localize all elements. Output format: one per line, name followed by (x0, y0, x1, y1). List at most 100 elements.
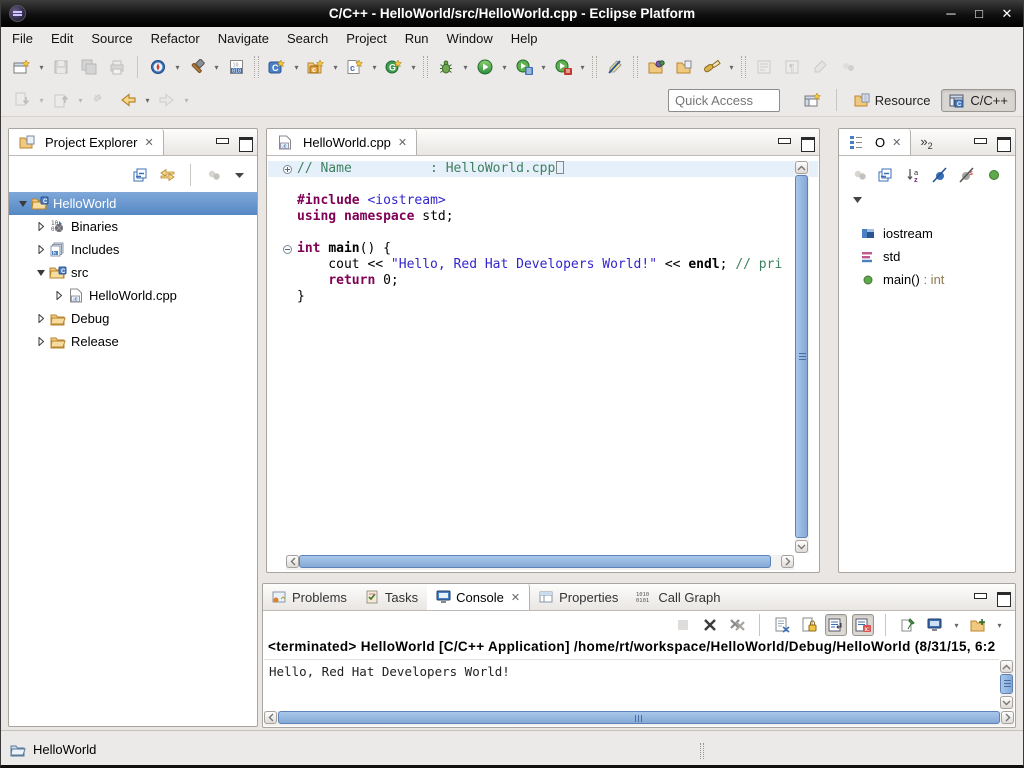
editor-vertical-scrollbar[interactable] (795, 161, 809, 553)
maximize-view-button[interactable] (801, 137, 813, 148)
new-source-file-dropdown[interactable]: ▾ (369, 57, 380, 77)
tree-item-src[interactable]: Csrc (9, 261, 257, 284)
open-console-dropdown[interactable]: ▾ (994, 615, 1005, 635)
close-tab-icon[interactable]: ✕ (511, 591, 520, 604)
code-line-7[interactable]: cout << "Hello, Red Hat Developers World… (268, 257, 818, 273)
pin-console-button[interactable] (897, 614, 919, 636)
more-tabs-indicator[interactable]: »2 (911, 129, 941, 155)
expand-arrow-icon[interactable] (33, 245, 49, 254)
binary-parser-button[interactable]: 01010 (222, 55, 250, 79)
scroll-right-icon[interactable] (1001, 711, 1014, 724)
maximize-view-button[interactable] (997, 592, 1009, 603)
new-wizard-button[interactable] (8, 55, 36, 79)
profile-button[interactable] (549, 55, 577, 79)
close-tab-icon[interactable]: ✕ (398, 136, 407, 149)
code-line-4[interactable]: using namespace std; (268, 209, 818, 225)
scroll-up-icon[interactable] (1000, 660, 1013, 673)
menu-file[interactable]: File (3, 28, 42, 49)
run-button[interactable] (471, 55, 499, 79)
remove-launch-button[interactable] (699, 614, 721, 636)
tab-tasks[interactable]: Tasks (356, 584, 427, 610)
code-line-5[interactable] (268, 225, 818, 241)
debug-button[interactable] (432, 55, 460, 79)
new-class-wizard-dropdown[interactable]: ▾ (408, 57, 419, 77)
run-configurations-button[interactable] (510, 55, 538, 79)
open-resource-button[interactable] (670, 55, 698, 79)
collapse-arrow-icon[interactable] (15, 200, 31, 208)
expand-arrow-icon[interactable] (51, 291, 67, 300)
fold-minus-icon[interactable] (268, 241, 297, 257)
tree-item-helloworld[interactable]: CHelloWorld (9, 192, 257, 215)
hide-static-button[interactable]: s (958, 166, 976, 184)
close-tab-icon[interactable]: ✕ (892, 136, 901, 149)
menu-search[interactable]: Search (278, 28, 337, 49)
show-on-output-button[interactable]: x: (852, 614, 874, 636)
menu-window[interactable]: Window (438, 28, 502, 49)
statusbar-drag-handle[interactable] (700, 743, 704, 759)
perspective-resource-button[interactable]: Resource (847, 90, 938, 111)
code-line-3[interactable]: #include <iostream> (268, 193, 818, 209)
forward-dropdown[interactable]: ▾ (181, 90, 192, 110)
new-source-folder-dropdown[interactable]: ▾ (330, 57, 341, 77)
scroll-lock-button[interactable] (798, 614, 820, 636)
scroll-right-icon[interactable] (781, 555, 794, 568)
minimize-view-button[interactable] (974, 137, 986, 148)
new-cpp-class-dropdown[interactable]: ▾ (291, 57, 302, 77)
link-with-editor-button[interactable] (158, 166, 176, 184)
tab-project-explorer[interactable]: Project Explorer ✕ (9, 129, 164, 155)
minimize-view-button[interactable] (974, 592, 986, 603)
outline-item-std[interactable]: std (839, 245, 1015, 268)
maximize-view-button[interactable] (997, 137, 1009, 148)
tab-properties[interactable]: Properties (530, 584, 627, 610)
focus-button[interactable] (851, 166, 869, 184)
word-wrap-button[interactable] (825, 614, 847, 636)
clear-console-button[interactable] (771, 614, 793, 636)
code-line-6[interactable]: int main() { (268, 241, 818, 257)
hide-fields-button[interactable] (931, 166, 949, 184)
collapse-all-button[interactable] (132, 166, 150, 184)
back-dropdown[interactable]: ▾ (142, 90, 153, 110)
toggle-mark-occurrences-button[interactable] (601, 55, 629, 79)
code-line-1[interactable]: // Name : HelloWorld.cpp (268, 161, 818, 177)
scroll-left-icon[interactable] (264, 711, 277, 724)
scroll-down-icon[interactable] (1000, 696, 1013, 709)
close-button[interactable]: ✕ (1000, 6, 1014, 22)
minimize-view-button[interactable] (216, 137, 228, 148)
console-horizontal-scrollbar[interactable] (264, 711, 1014, 726)
new-cpp-class-button[interactable]: C (263, 55, 291, 79)
scroll-left-icon[interactable] (286, 555, 299, 568)
tree-item-includes[interactable]: hIncludes (9, 238, 257, 261)
open-console-button[interactable] (967, 614, 989, 636)
scroll-up-icon[interactable] (795, 161, 808, 174)
new-source-file-button[interactable]: c (341, 55, 369, 79)
menu-help[interactable]: Help (502, 28, 547, 49)
console-vertical-scrollbar[interactable] (1000, 660, 1014, 709)
tab-call-graph[interactable]: 10100101Call Graph (627, 584, 729, 610)
run-configurations-dropdown[interactable]: ▾ (538, 57, 549, 77)
previous-annotation-dropdown[interactable]: ▾ (75, 90, 86, 110)
outline-item-main[interactable]: main() : int (839, 268, 1015, 291)
console-output[interactable]: Hello, Red Hat Developers World! (264, 659, 999, 709)
code-line-2[interactable] (268, 177, 818, 193)
menu-refactor[interactable]: Refactor (142, 28, 209, 49)
remove-all-terminated-button[interactable] (726, 614, 748, 636)
fold-plus-icon[interactable] (268, 161, 297, 177)
sort-button[interactable]: az (905, 166, 923, 184)
search-button[interactable] (698, 55, 726, 79)
run-dropdown[interactable]: ▾ (499, 57, 510, 77)
tab-console[interactable]: Console✕ (427, 584, 530, 610)
build-dropdown[interactable]: ▾ (211, 57, 222, 77)
tree-item-debug[interactable]: Debug (9, 307, 257, 330)
target-navigator-button[interactable] (144, 55, 172, 79)
display-selected-console-button[interactable] (924, 614, 946, 636)
menu-edit[interactable]: Edit (42, 28, 82, 49)
search-dropdown[interactable]: ▾ (726, 57, 737, 77)
quick-access-input[interactable] (668, 89, 780, 112)
collapse-all-button[interactable] (878, 166, 896, 184)
expand-arrow-icon[interactable] (33, 314, 49, 323)
tree-item-helloworld-cpp[interactable]: .cHelloWorld.cpp (9, 284, 257, 307)
outline-view-menu[interactable] (839, 188, 1015, 212)
tree-item-binaries[interactable]: 1001Binaries (9, 215, 257, 238)
hide-non-public-button[interactable] (985, 166, 1003, 184)
display-selected-console-dropdown[interactable]: ▾ (951, 615, 962, 635)
